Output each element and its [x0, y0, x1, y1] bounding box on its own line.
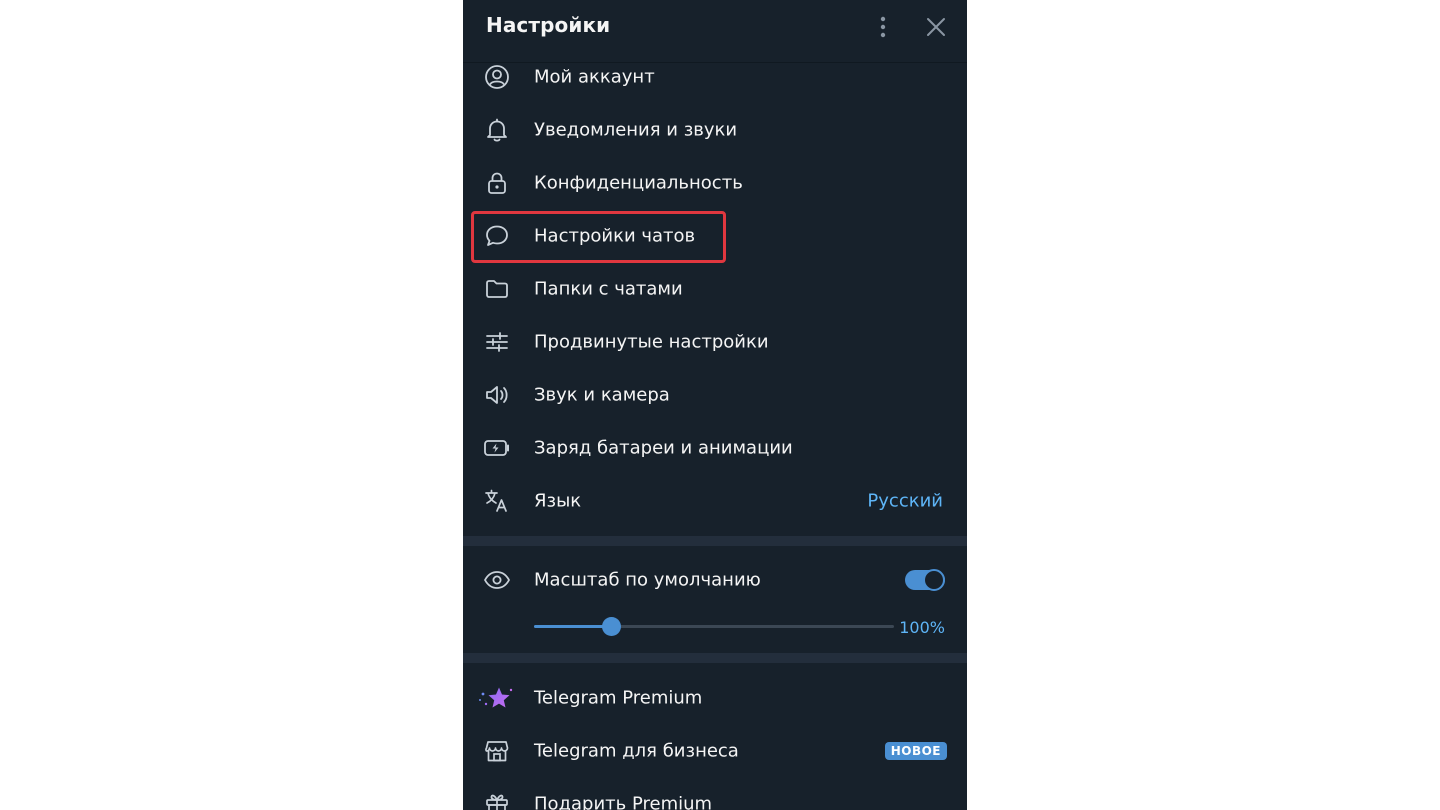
section-divider [463, 536, 967, 546]
menu-item-notifications[interactable]: Уведомления и звуки [463, 103, 967, 156]
menu-item-label: Конфиденциальность [534, 172, 743, 193]
shop-icon [483, 737, 511, 765]
scale-toggle[interactable] [905, 568, 945, 591]
menu-item-label: Папки с чатами [534, 278, 683, 299]
sliders-icon [483, 328, 511, 356]
menu-item-language[interactable]: Язык Русский [463, 474, 967, 527]
menu-item-chat-folders[interactable]: Папки с чатами [463, 262, 967, 315]
menu-item-label: Язык [534, 490, 582, 511]
premium-star-icon [477, 684, 515, 712]
battery-bolt-icon [483, 434, 511, 462]
menu-item-battery-animations[interactable]: Заряд батареи и анимации [463, 421, 967, 474]
menu-item-gift-premium[interactable]: Подарить Premium [463, 777, 967, 810]
account-circle-icon [483, 63, 511, 91]
language-value: Русский [867, 490, 943, 511]
settings-panel: Настройки Мой аккаунт Уведомления и звук… [463, 0, 967, 810]
scale-row[interactable]: Масштаб по умолчанию [463, 553, 967, 606]
menu-item-telegram-business[interactable]: Telegram для бизнеса НОВОЕ [463, 724, 967, 777]
settings-header: Настройки [463, 0, 967, 54]
slider-fill [534, 625, 612, 628]
gift-icon [483, 790, 511, 810]
menu-item-label: Мой аккаунт [534, 66, 655, 87]
menu-item-label: Настройки чатов [534, 225, 696, 246]
close-icon [927, 18, 945, 36]
more-options-button[interactable] [868, 12, 898, 42]
slider-knob[interactable] [602, 617, 622, 636]
lock-icon [483, 169, 511, 197]
menu-item-chat-settings[interactable]: Настройки чатов [463, 209, 967, 262]
menu-item-label: Telegram для бизнеса [534, 740, 739, 761]
bell-icon [483, 116, 511, 144]
chat-bubble-icon [483, 222, 511, 250]
menu-item-advanced[interactable]: Продвинутые настройки [463, 315, 967, 368]
menu-item-label: Уведомления и звуки [534, 119, 738, 140]
toggle-knob [923, 568, 945, 591]
page-title: Настройки [486, 13, 611, 37]
more-vertical-icon [880, 16, 886, 38]
menu-item-privacy[interactable]: Конфиденциальность [463, 156, 967, 209]
menu-item-sound-camera[interactable]: Звук и камера [463, 368, 967, 421]
close-button[interactable] [921, 12, 951, 42]
scale-value: 100% [899, 618, 945, 637]
menu-item-my-account[interactable]: Мой аккаунт [463, 50, 967, 103]
scale-label: Масштаб по умолчанию [534, 569, 761, 590]
eye-icon [483, 566, 511, 594]
menu-item-label: Telegram Premium [534, 687, 703, 708]
menu-item-telegram-premium[interactable]: Telegram Premium [463, 671, 967, 724]
speaker-icon [483, 381, 511, 409]
folder-icon [483, 275, 511, 303]
menu-item-label: Звук и камера [534, 384, 670, 405]
scale-slider[interactable] [534, 617, 894, 636]
menu-item-label: Продвинутые настройки [534, 331, 769, 352]
menu-item-label: Заряд батареи и анимации [534, 437, 793, 458]
section-divider [463, 653, 967, 663]
translate-icon [483, 487, 511, 515]
menu-item-label: Подарить Premium [534, 793, 713, 810]
new-badge: НОВОЕ [884, 741, 947, 760]
